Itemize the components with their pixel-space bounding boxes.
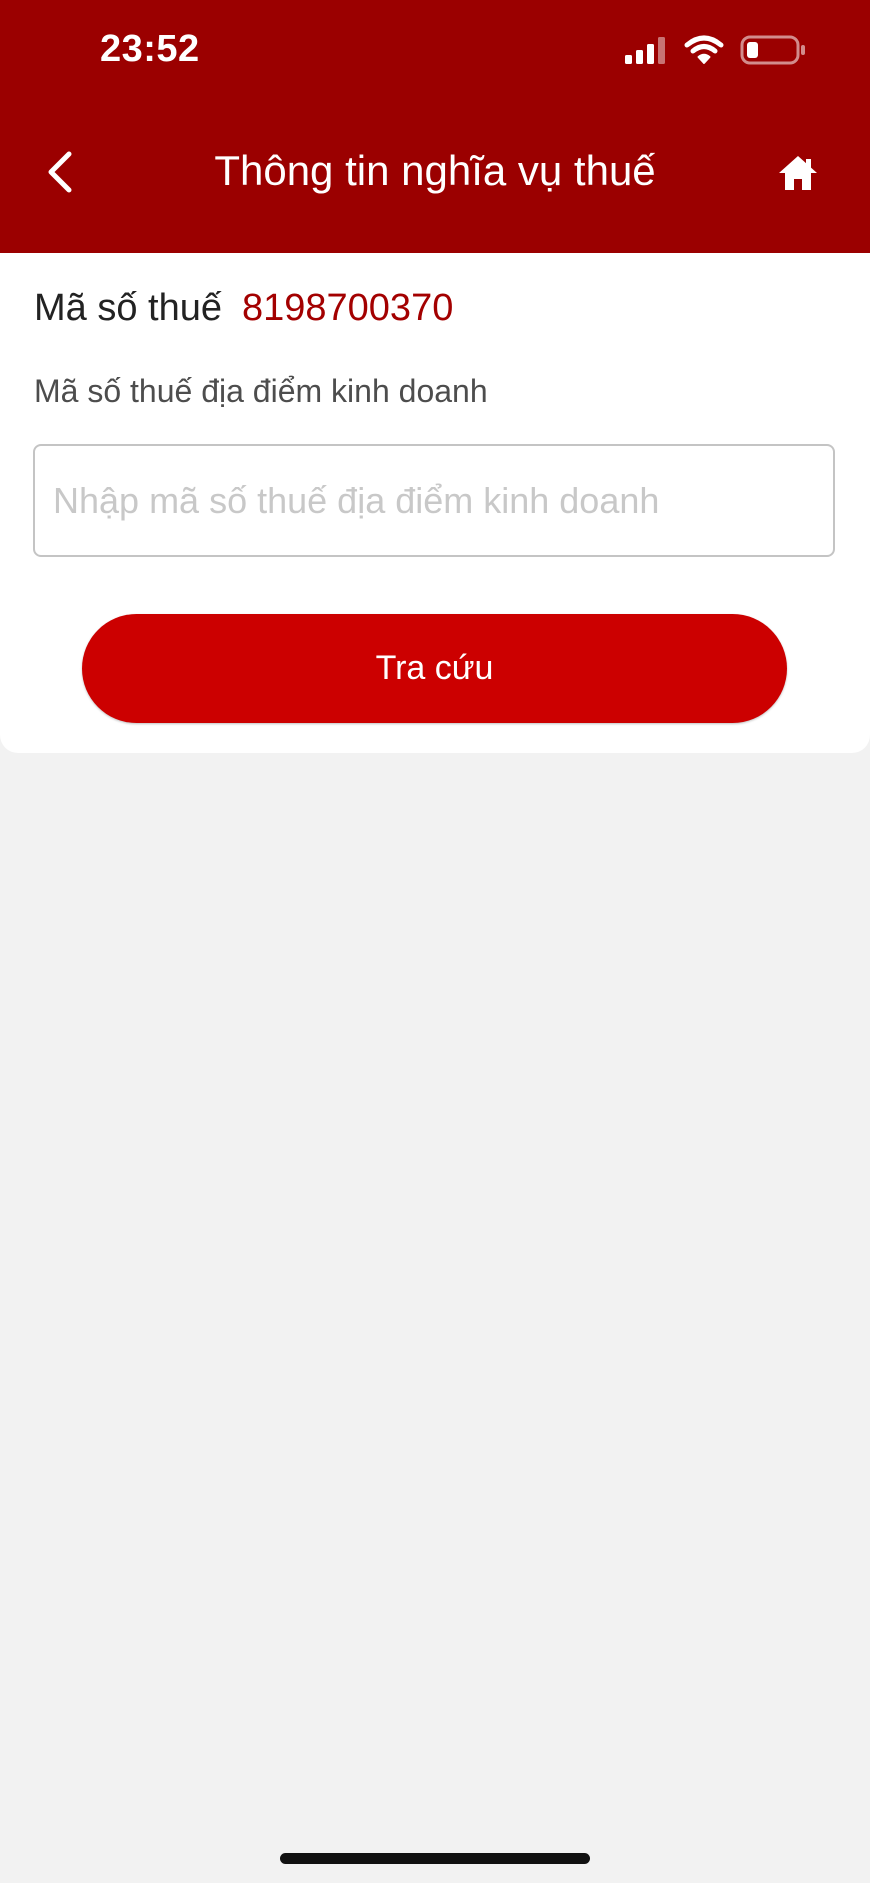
tax-code-row: Mã số thuế 8198700370 — [34, 287, 453, 330]
search-button[interactable]: Tra cứu — [82, 614, 787, 723]
home-icon — [777, 154, 819, 197]
page-title: Thông tin nghĩa vụ thuế — [214, 147, 656, 194]
wifi-icon — [684, 34, 724, 71]
chevron-left-icon — [45, 150, 75, 199]
home-button[interactable] — [770, 150, 826, 200]
back-button[interactable] — [36, 145, 84, 203]
search-form-card: Mã số thuế 8198700370 Mã số thuế địa điểm… — [0, 253, 870, 753]
status-time: 23:52 — [100, 28, 200, 70]
location-code-input[interactable] — [33, 444, 835, 557]
signal-icon — [624, 35, 668, 70]
app-header: 23:52 Thông tin nghĩa vụ thuế — [0, 0, 870, 253]
tax-code-value: 8198700370 — [242, 287, 454, 329]
tax-code-label: Mã số thuế — [34, 287, 222, 329]
status-icons — [624, 34, 806, 70]
battery-icon — [740, 34, 806, 71]
home-indicator[interactable] — [280, 1853, 590, 1864]
location-code-label: Mã số thuế địa điểm kinh doanh — [34, 373, 488, 409]
